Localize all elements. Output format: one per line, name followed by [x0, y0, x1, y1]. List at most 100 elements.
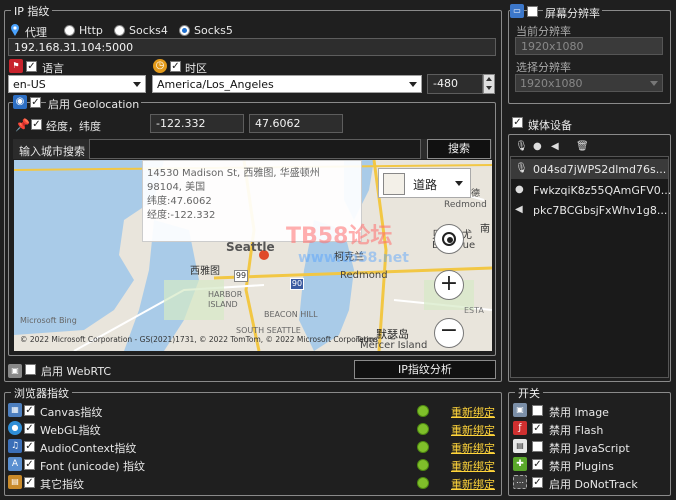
zoom-out-button[interactable]: − [434, 318, 464, 348]
chevron-down-icon [133, 82, 141, 87]
city-search-input[interactable] [89, 139, 421, 159]
webgl-status-icon [417, 423, 429, 435]
map-style-selector[interactable]: 道路 [378, 168, 471, 198]
disable-image-checkbox[interactable] [532, 405, 543, 416]
flash-icon: ƒ [513, 421, 527, 435]
latitude-input[interactable]: 47.6062 [249, 114, 343, 133]
map-label-south-cn: 南 [480, 224, 490, 235]
browser-fingerprint-legend: 浏览器指纹 [11, 385, 72, 401]
map-label-south-seattle: SOUTH SEATTLE [236, 326, 301, 335]
image-icon: ▣ [513, 403, 527, 417]
disable-flash-label: 禁用 Flash [549, 424, 604, 437]
speaker-icon[interactable]: ◀ [551, 141, 559, 152]
road-map-icon [383, 173, 405, 195]
other-rebind-link[interactable]: 重新绑定 [451, 476, 495, 492]
device-item[interactable]: 0d4sd7jWPS2dlmd76s... [533, 163, 666, 176]
user-location-icon: ◉ [13, 95, 27, 109]
map-label-seattle-cn: 西雅图 [190, 266, 220, 277]
radio-http[interactable] [64, 25, 75, 36]
webgl-icon: ● [8, 421, 22, 435]
media-checkbox[interactable]: ✓ [512, 117, 523, 128]
radio-socks4[interactable] [114, 25, 125, 36]
locate-dot-icon [447, 237, 453, 243]
highway-99-shield: 99 [234, 270, 248, 282]
zoom-in-button[interactable]: + [434, 270, 464, 300]
do-not-track-label: 启用 DoNotTrack [549, 478, 638, 491]
resolution-checkbox[interactable] [527, 6, 538, 17]
flag-icon: ⚑ [9, 59, 23, 73]
timezone-checkbox[interactable]: ✓ [170, 61, 181, 72]
resolution-select[interactable]: 1920x1080 [515, 74, 663, 92]
address-latitude: 纬度:47.6062 [147, 196, 212, 207]
canvas-rebind-link[interactable]: 重新绑定 [451, 404, 495, 420]
language-checkbox[interactable]: ✓ [26, 61, 37, 72]
webgl-checkbox[interactable]: ✓ [24, 423, 35, 434]
device-item[interactable]: pkc7BCGbsjFxWhv1g8... [533, 204, 667, 217]
proxy-input[interactable]: 192.168.31.104:5000 [8, 38, 496, 56]
trash-icon[interactable]: 🗑 [576, 141, 589, 152]
language-select[interactable]: en-US [8, 75, 146, 93]
address-line-1: 14530 Madison St, 西雅图, 华盛顿州 [147, 168, 320, 179]
watermark-logo: TB58论坛 [286, 224, 393, 249]
timezone-offset-input[interactable]: -480 [427, 74, 483, 94]
canvas-icon: ▦ [8, 403, 22, 417]
map-label-harbor: HARBOR ISLAND [208, 290, 243, 309]
switches-legend: 开关 [515, 385, 543, 401]
ip-analysis-button[interactable]: IP指纹分析 [354, 360, 496, 379]
canvas-status-icon [417, 405, 429, 417]
switches-title: 开关 [518, 387, 540, 400]
do-not-track-checkbox[interactable]: ✓ [532, 477, 543, 488]
monitor-icon: ▭ [510, 4, 524, 18]
audio-rebind-link[interactable]: 重新绑定 [451, 440, 495, 456]
location-pin-icon [10, 24, 20, 36]
longitude-input[interactable]: -122.332 [150, 114, 244, 133]
microphone-icon: 🎙 [515, 163, 528, 174]
coords-label: 经度，纬度 [46, 120, 101, 133]
other-checkbox[interactable]: ✓ [24, 477, 35, 488]
chevron-down-icon [455, 181, 463, 186]
radio-socks5[interactable] [179, 25, 190, 36]
plugin-icon: ✚ [513, 457, 527, 471]
current-resolution-field: 1920x1080 [515, 37, 663, 55]
resolution-select-value: 1920x1080 [520, 77, 583, 90]
disable-plugins-checkbox[interactable]: ✓ [532, 459, 543, 470]
geolocation-checkbox[interactable]: ✓ [30, 97, 41, 108]
spinner-down-icon[interactable] [486, 86, 492, 90]
locate-me-button[interactable] [434, 224, 464, 254]
map-view[interactable]: 14530 Madison St, 西雅图, 华盛顿州 98104, 美国 纬度… [14, 160, 492, 351]
coords-checkbox[interactable]: ✓ [31, 119, 42, 130]
browser-group-title: 浏览器指纹 [14, 387, 69, 400]
microphone-icon[interactable]: 🎙 [515, 141, 528, 152]
search-button[interactable]: 搜索 [427, 139, 491, 159]
resolution-title: 屏幕分辨率 [543, 5, 602, 21]
webrtc-icon: ▣ [8, 364, 22, 378]
map-terms-link[interactable]: Terms [356, 335, 378, 344]
font-label: Font (unicode) 指纹 [40, 460, 146, 473]
radio-socks4-label[interactable]: Socks4 [129, 24, 168, 37]
speaker-icon: ◀ [515, 204, 523, 215]
language-value: en-US [13, 78, 46, 91]
select-resolution-label: 选择分辨率 [516, 61, 571, 74]
radio-http-label[interactable]: Http [79, 24, 103, 37]
webgl-rebind-link[interactable]: 重新绑定 [451, 422, 495, 438]
font-rebind-link[interactable]: 重新绑定 [451, 458, 495, 474]
do-not-track-icon: ⋯ [513, 475, 527, 489]
disable-flash-checkbox[interactable]: ✓ [532, 423, 543, 434]
webrtc-checkbox[interactable] [25, 364, 36, 375]
disable-javascript-checkbox[interactable] [532, 441, 543, 452]
font-checkbox[interactable]: ✓ [24, 459, 35, 470]
map-label-redmond-area: Redmond [340, 270, 388, 281]
camera-icon[interactable]: ● [533, 141, 542, 152]
pushpin-icon: 📌 [15, 118, 30, 132]
canvas-label: Canvas指纹 [40, 406, 103, 419]
audio-checkbox[interactable]: ✓ [24, 441, 35, 452]
timezone-select[interactable]: America/Los_Angeles [152, 75, 422, 93]
radio-socks5-label[interactable]: Socks5 [194, 24, 233, 37]
offset-spinner[interactable] [483, 74, 495, 94]
audio-label: AudioContext指纹 [40, 442, 137, 455]
font-icon: A [8, 457, 22, 471]
map-label-esta: ESTA [464, 306, 484, 315]
device-item[interactable]: FwkzqiK8z55QAmGFV0... [533, 184, 671, 197]
canvas-checkbox[interactable]: ✓ [24, 405, 35, 416]
spinner-up-icon[interactable] [486, 77, 492, 81]
